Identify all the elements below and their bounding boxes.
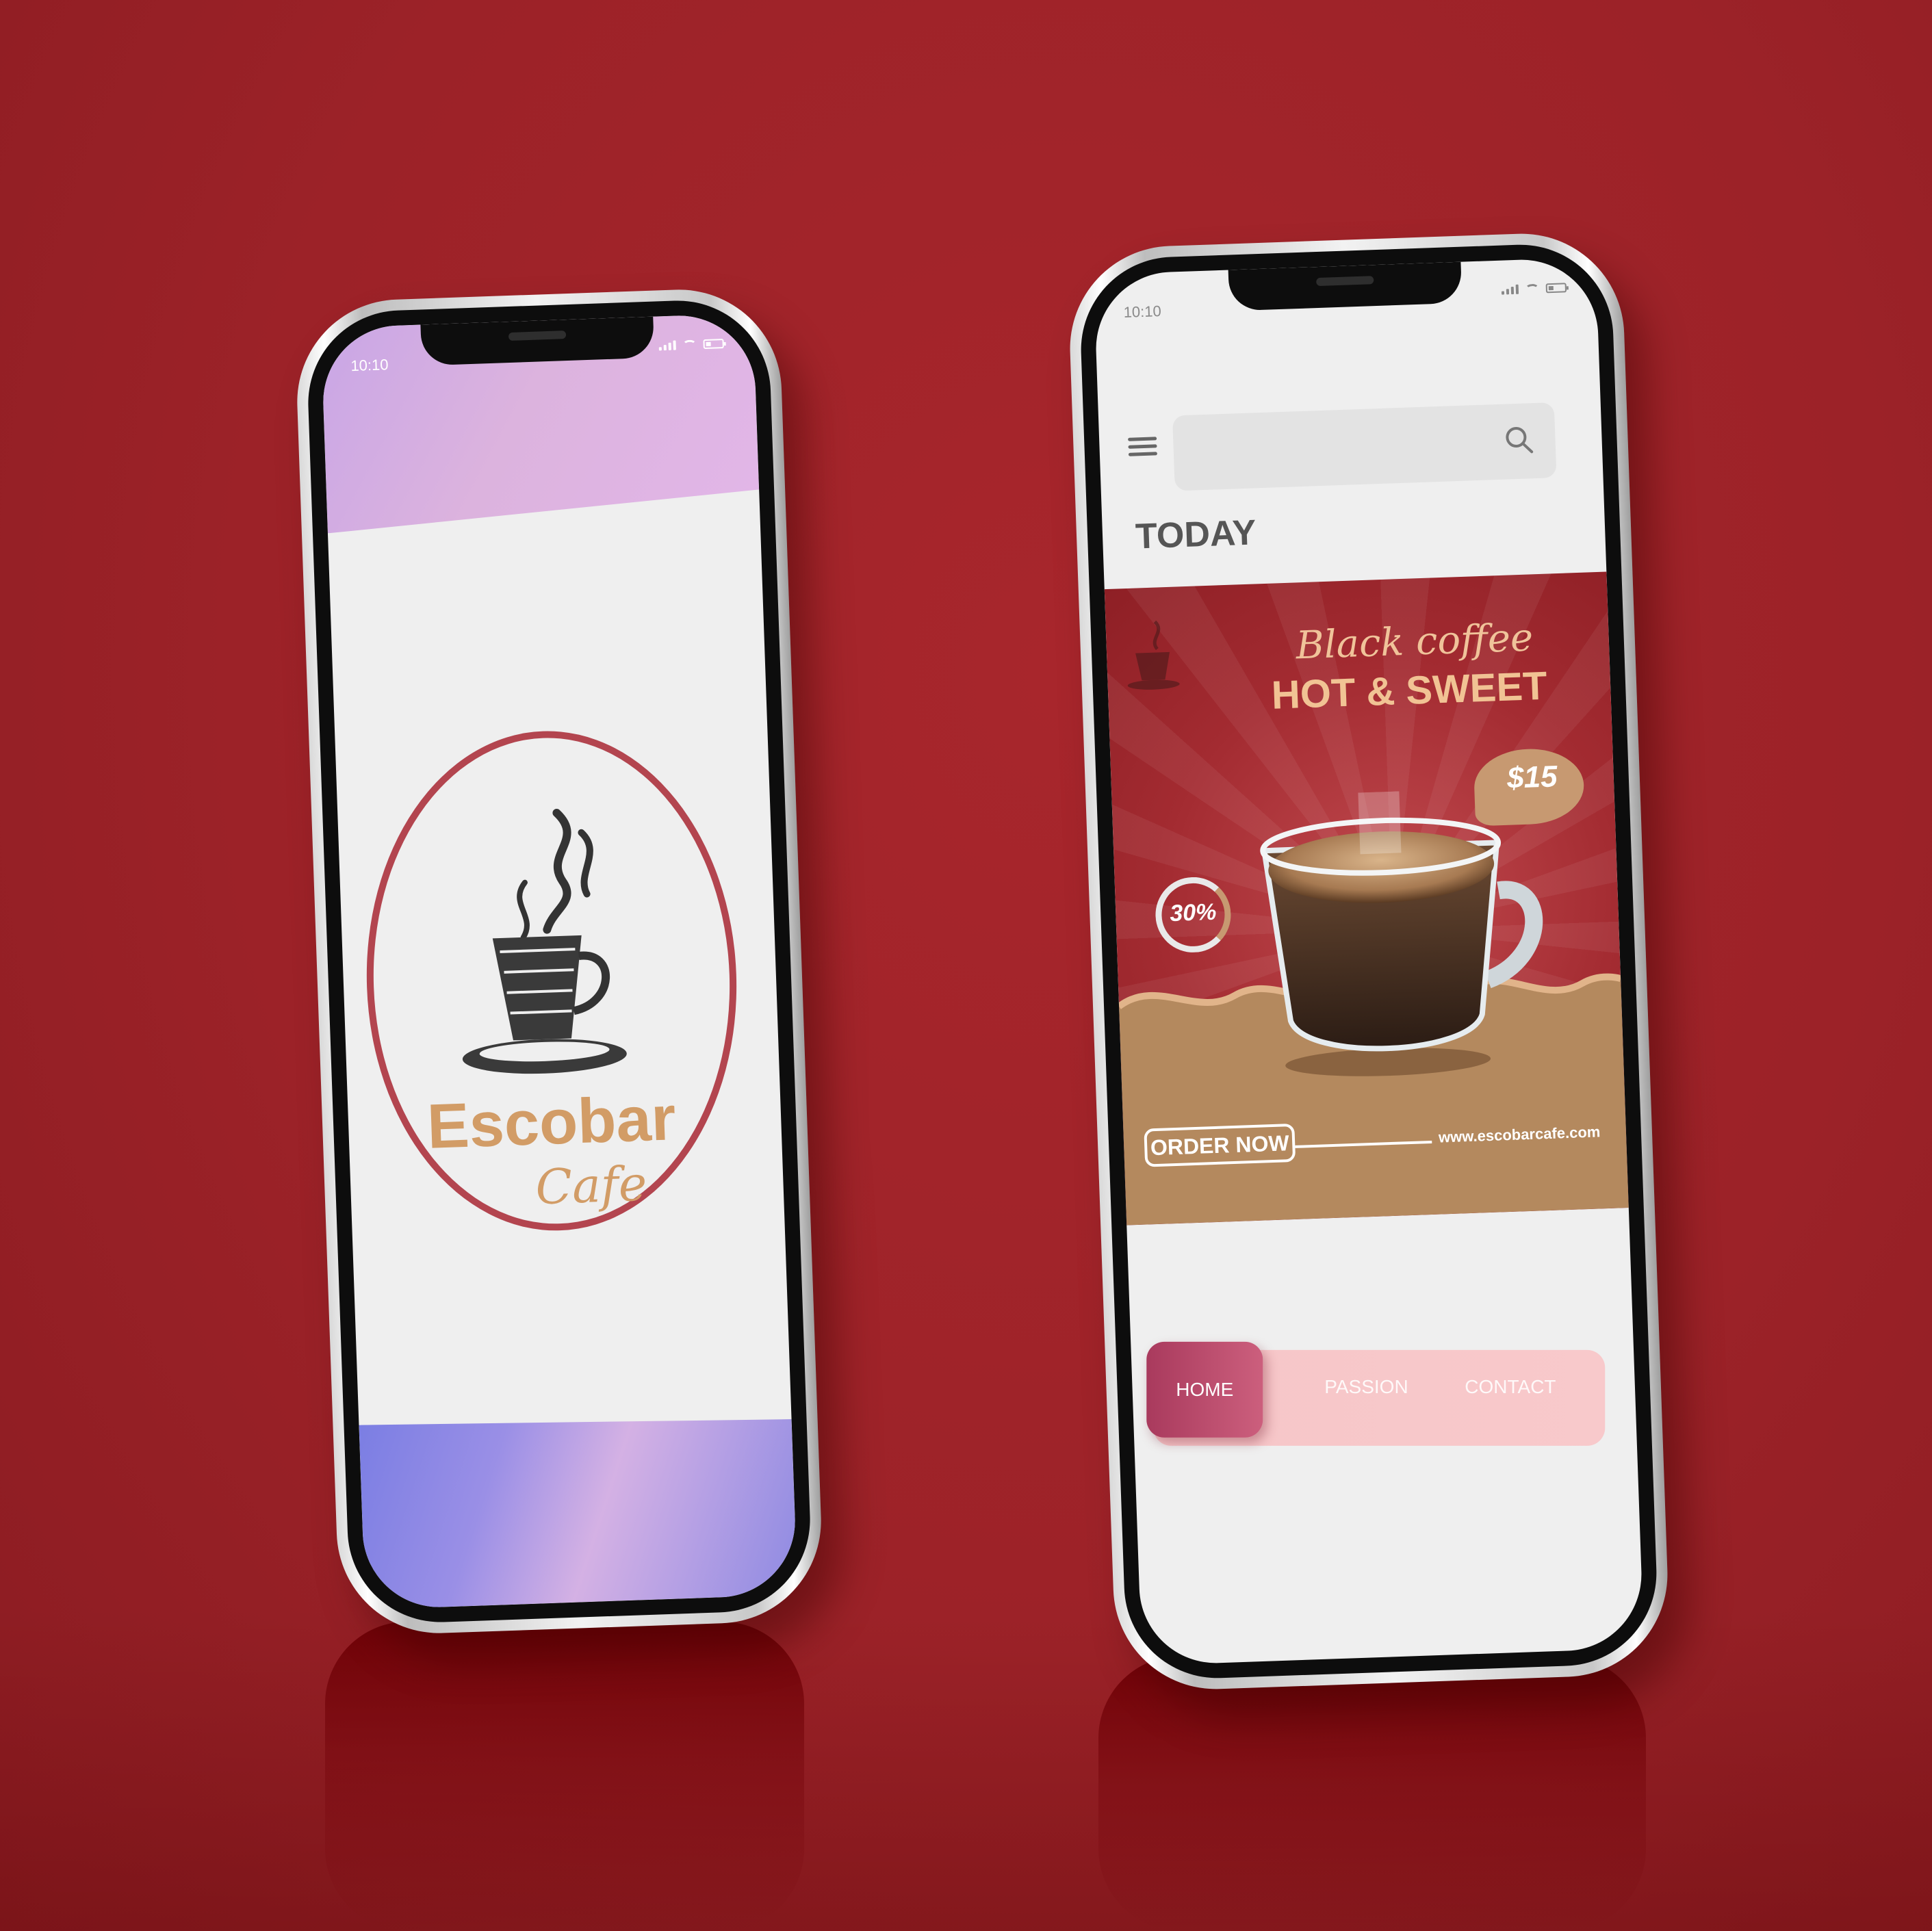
phone-bezel: 10:10 TODAY Black coffee HOT & SWEET $15… — [1077, 242, 1660, 1681]
home-screen: 10:10 TODAY Black coffee HOT & SWEET $15… — [1093, 257, 1645, 1666]
brand-subtitle: Cafe — [534, 1155, 648, 1216]
footer-gradient — [359, 1410, 797, 1610]
brand-name: Escobar — [426, 1083, 677, 1162]
order-now-button[interactable]: ORDER NOW — [1144, 1123, 1296, 1167]
right-phone-device: 10:10 TODAY Black coffee HOT & SWEET $15… — [1066, 230, 1671, 1693]
splash-screen: 10:10 Escobar Cafe — [320, 313, 798, 1610]
battery-icon — [703, 339, 724, 350]
discount-label: 30% — [1169, 898, 1218, 927]
status-icons — [1501, 283, 1567, 295]
tab-home[interactable]: HOME — [1146, 1341, 1263, 1438]
hamburger-menu-icon[interactable] — [1128, 437, 1157, 458]
coffee-cup-logo-icon — [462, 808, 627, 1074]
section-title: TODAY — [1135, 513, 1257, 557]
speaker — [508, 331, 567, 341]
wifi-icon — [1525, 283, 1540, 294]
right-phone-reflection — [1098, 1656, 1646, 1931]
signal-icon — [658, 340, 676, 351]
cafe-mini-logo-icon — [1127, 620, 1180, 690]
promo-banner[interactable]: Black coffee HOT & SWEET $15 30% ORDER N… — [1104, 571, 1629, 1226]
status-time: 10:10 — [350, 356, 389, 375]
bottom-tab-bar: HOME PASSION CONTACT — [1146, 1341, 1606, 1446]
status-time: 10:10 — [1123, 302, 1162, 321]
notch — [1228, 261, 1463, 311]
signal-icon — [1501, 284, 1519, 295]
wifi-icon — [682, 339, 697, 350]
search-input[interactable] — [1172, 402, 1557, 491]
speaker — [1316, 276, 1374, 287]
left-phone-device: 10:10 Escobar Cafe — [294, 286, 825, 1637]
notch — [420, 316, 655, 366]
coffee-cup-image-icon — [1260, 791, 1543, 1076]
tab-passion[interactable]: PASSION — [1324, 1376, 1408, 1398]
tab-contact[interactable]: CONTACT — [1465, 1376, 1556, 1398]
battery-icon — [1545, 283, 1567, 294]
phone-bezel: 10:10 Escobar Cafe — [305, 297, 814, 1626]
left-phone-reflection — [325, 1622, 804, 1931]
search-icon[interactable] — [1503, 424, 1536, 456]
